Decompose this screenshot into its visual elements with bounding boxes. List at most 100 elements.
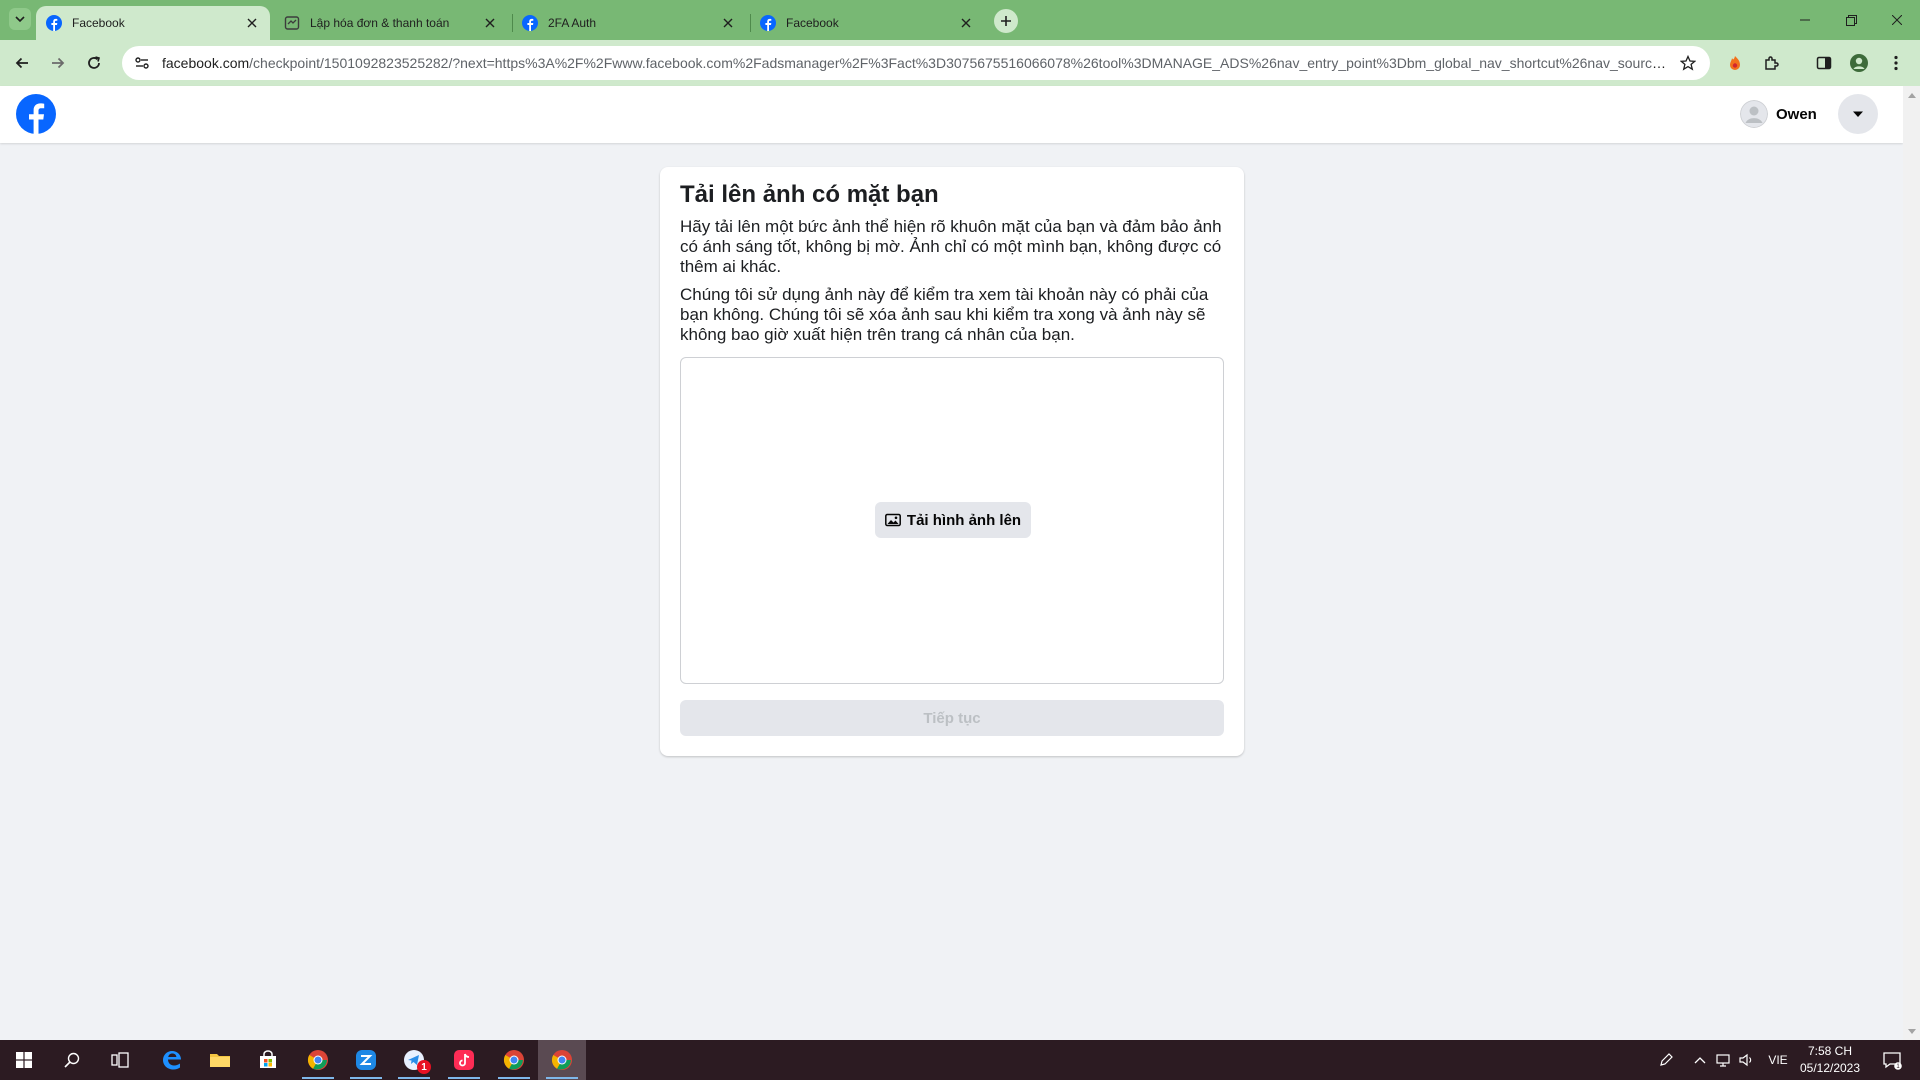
network-icon [1716,1054,1730,1067]
bookmark-star-icon[interactable] [1676,51,1700,75]
close-tab-icon[interactable] [958,15,974,31]
tray-show-hidden[interactable] [1690,1040,1710,1080]
instructions-paragraph: Hãy tải lên một bức ảnh thể hiện rõ khuô… [680,217,1222,276]
url-host: facebook.com [162,55,250,71]
photo-dropzone[interactable]: Tải hình ảnh lên [680,357,1224,684]
account-menu-button[interactable] [1838,94,1878,134]
chevron-up-icon [1694,1057,1706,1064]
taskbar-clock[interactable]: 7:58 CH 05/12/2023 [1795,1043,1865,1077]
tab-search-button[interactable] [9,8,31,30]
privacy-paragraph: Chúng tôi sử dụng ảnh này để kiểm tra xe… [680,285,1209,344]
chat-app-icon [356,1050,376,1070]
arrow-right-icon [52,57,65,69]
caret-down-icon [1853,111,1863,117]
tab-facebook-2[interactable]: Facebook [750,6,984,40]
tab-title: Facebook [72,16,125,30]
search-icon [64,1052,80,1068]
chevron-down-icon [15,16,25,23]
edge-browser-icon [163,1051,181,1070]
account-switcher[interactable]: Owen [1740,96,1817,132]
new-tab-button[interactable] [994,9,1018,33]
taskbar-chrome-3[interactable] [538,1040,586,1080]
taskbar-chrome-2[interactable] [490,1040,538,1080]
taskbar-edge[interactable] [148,1040,196,1080]
task-view-button[interactable] [96,1040,144,1080]
reload-button[interactable] [82,51,106,75]
clock-time: 7:58 CH [1807,1044,1853,1058]
task-view-icon [111,1052,129,1068]
facebook-logo-icon[interactable] [16,94,56,134]
restore-button[interactable] [1828,0,1874,40]
browser-menu-icon[interactable] [1884,51,1908,75]
side-panel-icon[interactable] [1812,51,1836,75]
close-tab-icon[interactable] [244,15,260,31]
facebook-icon [46,15,62,31]
address-bar[interactable]: facebook.com/checkpoint/1501092823525282… [122,46,1710,80]
extensions-puzzle-icon[interactable] [1760,51,1784,75]
url-text: facebook.com/checkpoint/1501092823525282… [162,55,1666,71]
start-button[interactable] [0,1040,48,1080]
restore-icon [1845,14,1857,26]
billing-page-icon [284,16,300,30]
chrome-icon [307,1050,328,1070]
tab-facebook-active[interactable]: Facebook [36,6,270,40]
windows-logo-icon [16,1052,32,1068]
checkpoint-card: Tải lên ảnh có mặt bạn Hãy tải lên một b… [660,167,1244,756]
plus-icon [1001,16,1011,26]
reload-icon [88,56,100,69]
photo-icon [884,512,901,528]
continue-button[interactable]: Tiếp tục [680,700,1224,736]
back-button[interactable] [10,51,34,75]
store-bag-icon [260,1050,276,1068]
tray-network[interactable] [1712,1040,1734,1080]
taskbar-chrome-1[interactable] [294,1040,342,1080]
tray-volume[interactable] [1736,1040,1758,1080]
search-button[interactable] [48,1040,96,1080]
tray-pen-workspace[interactable] [1652,1040,1680,1080]
minimize-button[interactable] [1782,0,1828,40]
taskbar-store[interactable] [244,1040,292,1080]
taskbar-telegram-notifier[interactable]: 1 [390,1040,438,1080]
upload-photo-label: Tải hình ảnh lên [906,511,1022,529]
chrome-icon [503,1050,524,1070]
close-icon [1892,15,1902,25]
close-tab-icon[interactable] [720,15,736,31]
tab-billing[interactable]: Lập hóa đơn & thanh toán [274,6,508,40]
tab-title: Lập hóa đơn & thanh toán [310,16,450,30]
windows-taskbar: 1 VIE 7:58 CH 05/12/2023 1 [0,1040,1920,1080]
extension-fox-icon[interactable] [1723,51,1747,75]
close-window-button[interactable] [1874,0,1920,40]
page-scrollbar[interactable] [1903,86,1920,1040]
forward-button[interactable] [46,51,70,75]
scroll-down-icon[interactable] [1907,1027,1916,1036]
tab-title: 2FA Auth [548,16,597,30]
tab-title: Facebook [786,16,839,30]
taskbar-zalo[interactable] [342,1040,390,1080]
minimize-icon [1800,19,1810,21]
notification-badge: 1 [417,1060,431,1074]
profile-avatar-icon[interactable] [1847,51,1871,75]
facebook-icon [522,15,538,31]
site-info-icon[interactable] [132,53,152,73]
action-center-button[interactable]: 1 [1872,1040,1912,1080]
browser-toolbar: facebook.com/checkpoint/1501092823525282… [0,40,1920,86]
card-title: Tải lên ảnh có mặt bạn [680,181,939,208]
tab-2fa-auth[interactable]: 2FA Auth [512,6,746,40]
pen-icon [1660,1053,1673,1066]
notification-center-icon: 1 [1883,1052,1902,1070]
browser-tab-strip: Facebook Lập hóa đơn & thanh toán 2FA Au… [0,0,1920,40]
url-path: /checkpoint/1501092823525282/?next=https… [249,55,1666,71]
tray-language[interactable]: VIE [1762,1040,1794,1080]
tiktok-icon [454,1050,474,1070]
taskbar-file-explorer[interactable] [196,1040,244,1080]
upload-photo-button[interactable]: Tải hình ảnh lên [875,502,1031,538]
arrow-left-icon [15,57,28,69]
avatar-icon [1740,100,1768,128]
close-tab-icon[interactable] [482,15,498,31]
facebook-icon [760,15,776,31]
chrome-icon [551,1050,572,1070]
scroll-up-icon[interactable] [1907,90,1916,99]
folder-icon [210,1054,230,1067]
user-name: Owen [1776,105,1817,123]
taskbar-tiktok[interactable] [440,1040,488,1080]
